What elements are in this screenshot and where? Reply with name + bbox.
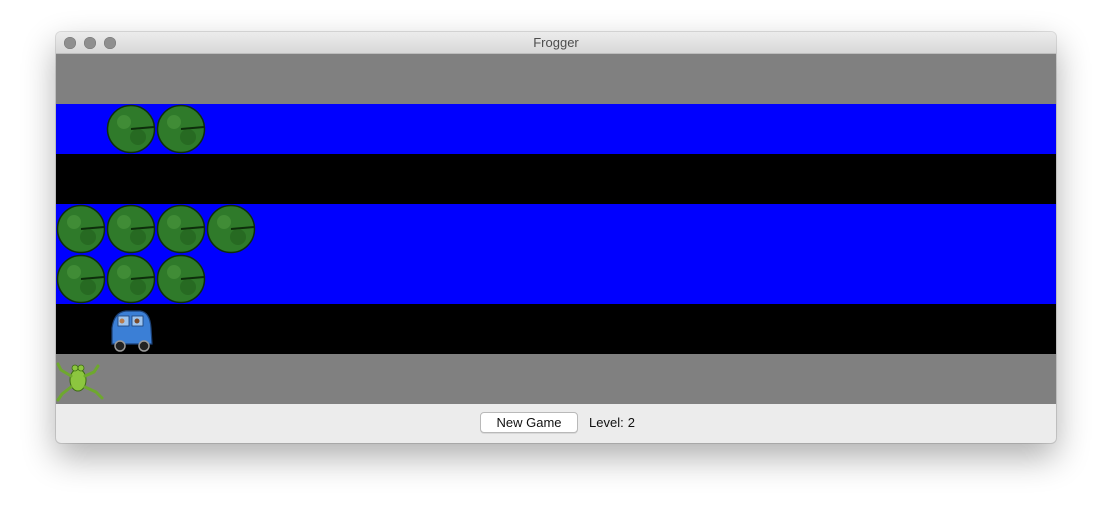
blue-car — [111, 310, 153, 352]
road-lane-1 — [56, 154, 1056, 204]
grass-lane-bottom — [56, 354, 1056, 404]
lily-pad — [56, 254, 106, 304]
lily-pad — [156, 104, 206, 154]
water-lane-1 — [56, 104, 1056, 154]
level-indicator: Level: 2 — [589, 415, 639, 430]
lily-pad — [156, 204, 206, 254]
level-label: Level: — [589, 415, 624, 430]
lily-pad — [206, 204, 256, 254]
level-value: 2 — [627, 415, 635, 430]
game-board — [56, 54, 1056, 404]
game-window: Frogger New Game Level: 2 — [56, 32, 1056, 443]
lily-pad — [106, 204, 156, 254]
title-bar[interactable]: Frogger — [56, 32, 1056, 54]
controls-bar: New Game Level: 2 — [56, 404, 1056, 443]
frog-player — [56, 362, 104, 402]
grass-lane-top — [56, 54, 1056, 104]
lily-pad — [56, 204, 106, 254]
lily-pad — [106, 104, 156, 154]
water-lane-3 — [56, 254, 1056, 304]
new-game-button[interactable]: New Game — [480, 412, 578, 433]
window-title: Frogger — [533, 35, 579, 50]
lily-pad — [106, 254, 156, 304]
lily-pad — [156, 254, 206, 304]
road-lane-2 — [56, 304, 1056, 354]
